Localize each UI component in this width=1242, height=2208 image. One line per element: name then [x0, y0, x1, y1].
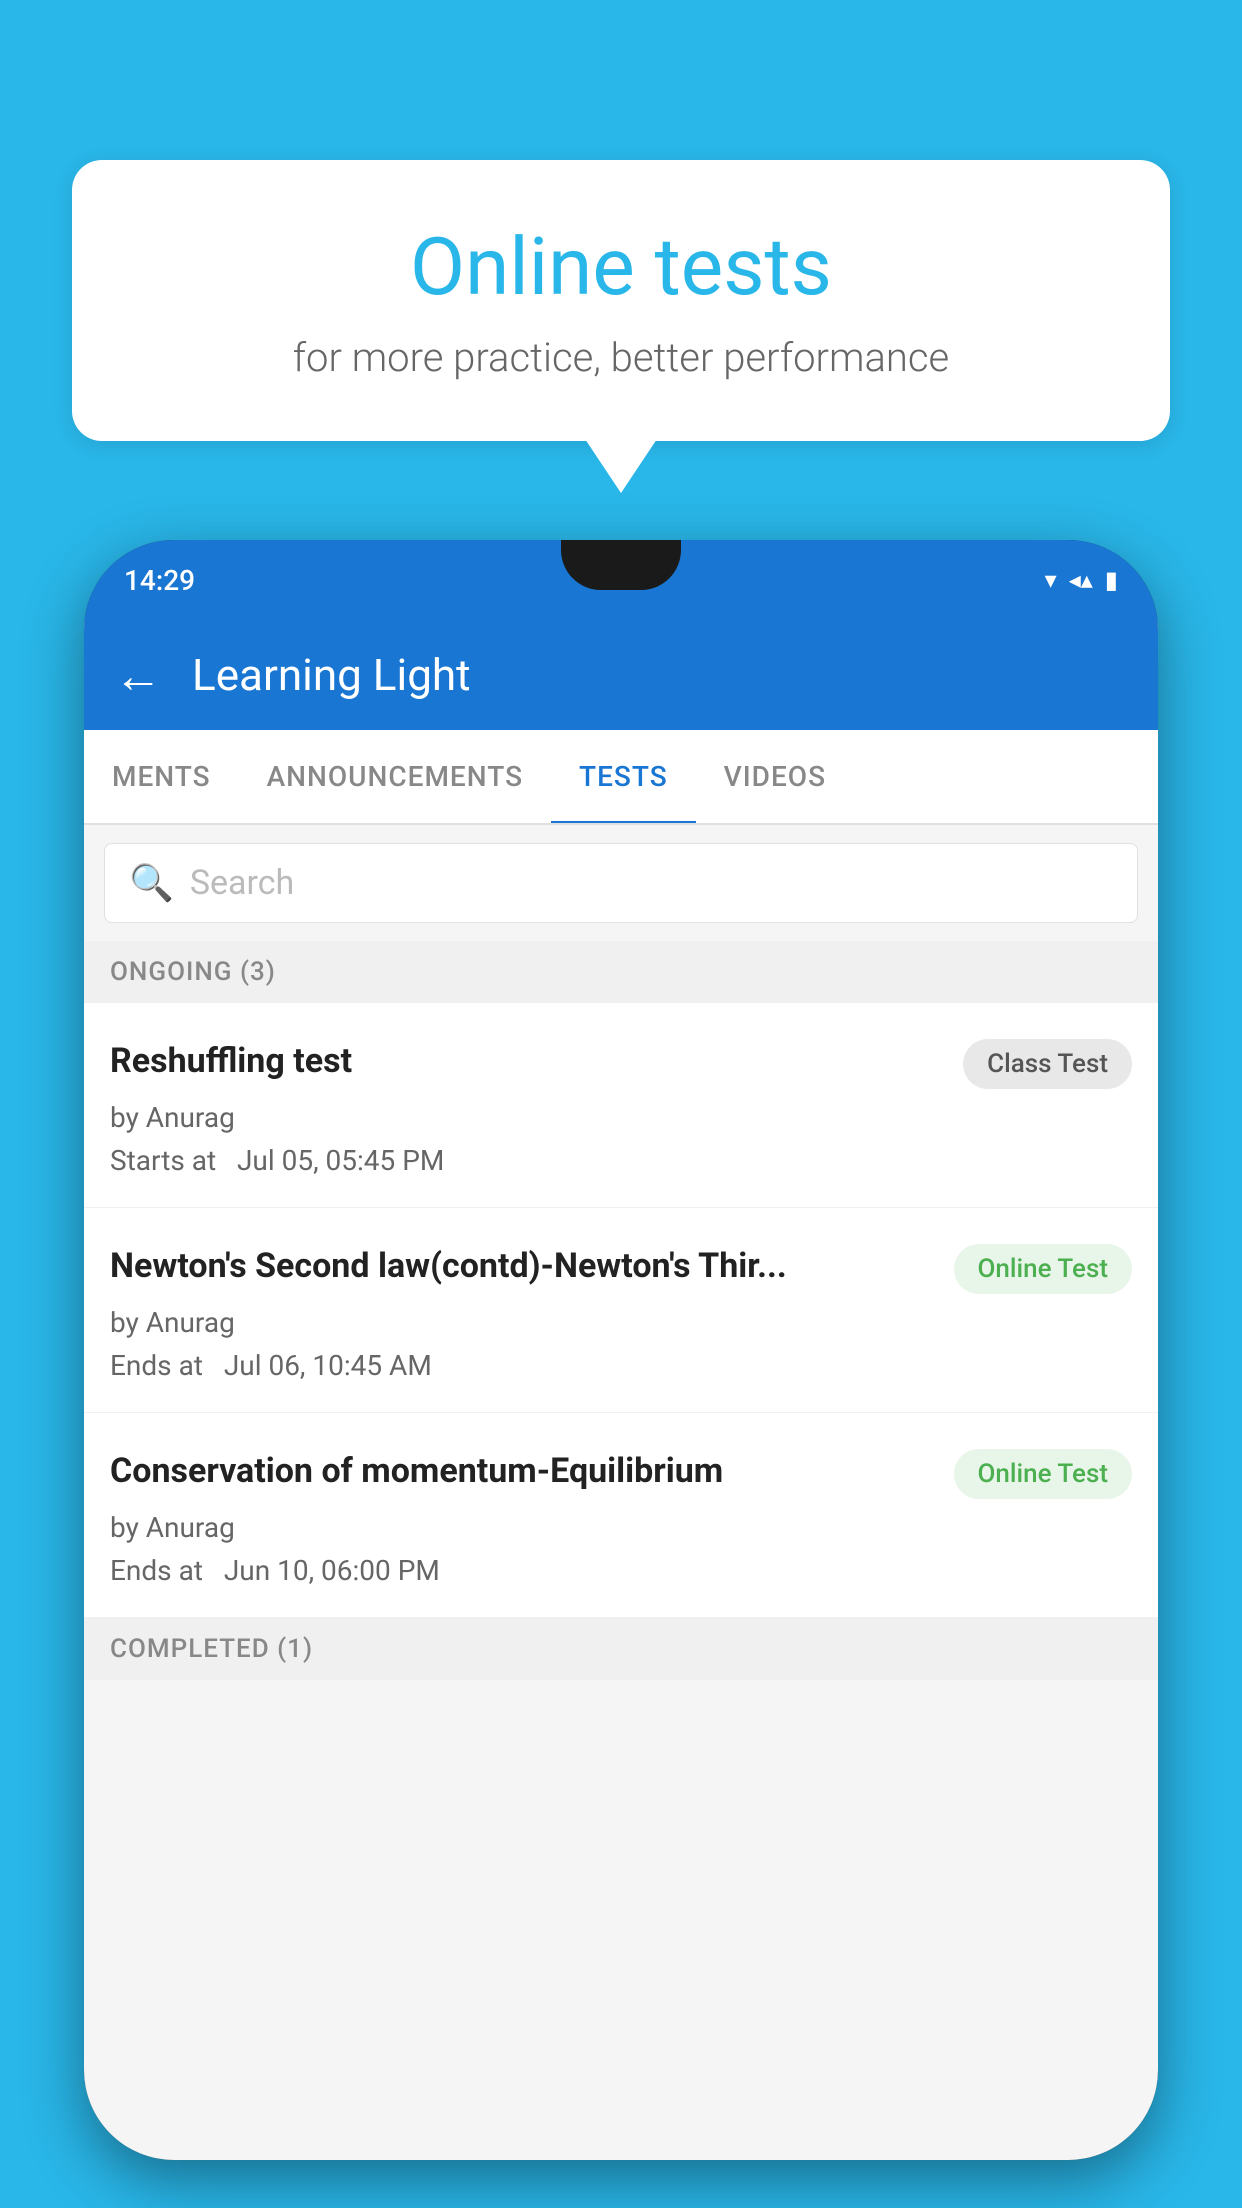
test-item-row-conservation: Conservation of momentum-Equilibrium Onl… [110, 1449, 1132, 1499]
speech-bubble: Online tests for more practice, better p… [72, 160, 1170, 441]
back-button[interactable]: ← [114, 647, 162, 704]
completed-section-header: COMPLETED (1) [84, 1618, 1158, 1680]
test-badge-conservation: Online Test [954, 1449, 1133, 1499]
phone-screen: ← Learning Light MENTS ANNOUNCEMENTS TES… [84, 620, 1158, 2160]
test-time-conservation: Ends at Jun 10, 06:00 PM [110, 1554, 1132, 1587]
tab-tests[interactable]: TESTS [551, 730, 696, 823]
tab-announcements[interactable]: ANNOUNCEMENTS [239, 730, 551, 823]
app-header-title: Learning Light [192, 649, 471, 701]
phone-notch [561, 540, 681, 590]
status-time: 14:29 [124, 564, 195, 597]
search-bar[interactable]: 🔍 Search [104, 843, 1138, 923]
wifi-icon: ▾ [1045, 566, 1057, 594]
tab-videos[interactable]: VIDEOS [696, 730, 854, 823]
test-name-newtons: Newton's Second law(contd)-Newton's Thir… [110, 1244, 934, 1288]
speech-bubble-container: Online tests for more practice, better p… [72, 160, 1170, 441]
test-badge-reshuffling: Class Test [963, 1039, 1132, 1089]
test-by-newtons: by Anurag [110, 1306, 1132, 1339]
battery-icon: ▮ [1105, 566, 1118, 594]
test-by-reshuffling: by Anurag [110, 1101, 1132, 1134]
test-item-newtons[interactable]: Newton's Second law(contd)-Newton's Thir… [84, 1208, 1158, 1413]
tabs-container: MENTS ANNOUNCEMENTS TESTS VIDEOS [84, 730, 1158, 825]
phone-frame: 14:29 ▾ ◂▴ ▮ ← Learning Light MENTS ANNO… [84, 540, 1158, 2160]
search-icon: 🔍 [129, 862, 174, 904]
test-item-row-newtons: Newton's Second law(contd)-Newton's Thir… [110, 1244, 1132, 1294]
ongoing-section-header: ONGOING (3) [84, 941, 1158, 1003]
test-item-conservation[interactable]: Conservation of momentum-Equilibrium Onl… [84, 1413, 1158, 1618]
status-icons: ▾ ◂▴ ▮ [1045, 566, 1118, 594]
test-by-conservation: by Anurag [110, 1511, 1132, 1544]
search-container: 🔍 Search [84, 825, 1158, 941]
test-badge-newtons: Online Test [954, 1244, 1133, 1294]
test-item-reshuffling[interactable]: Reshuffling test Class Test by Anurag St… [84, 1003, 1158, 1208]
app-header: ← Learning Light [84, 620, 1158, 730]
test-name-conservation: Conservation of momentum-Equilibrium [110, 1449, 934, 1493]
test-time-reshuffling: Starts at Jul 05, 05:45 PM [110, 1144, 1132, 1177]
status-bar: 14:29 ▾ ◂▴ ▮ [84, 540, 1158, 620]
signal-icon: ◂▴ [1069, 566, 1093, 594]
tab-ments[interactable]: MENTS [84, 730, 239, 823]
bubble-subtitle: for more practice, better performance [152, 334, 1090, 381]
test-time-newtons: Ends at Jul 06, 10:45 AM [110, 1349, 1132, 1382]
search-placeholder: Search [190, 863, 294, 903]
test-name-reshuffling: Reshuffling test [110, 1039, 943, 1083]
bubble-title: Online tests [152, 220, 1090, 314]
test-item-row: Reshuffling test Class Test [110, 1039, 1132, 1089]
